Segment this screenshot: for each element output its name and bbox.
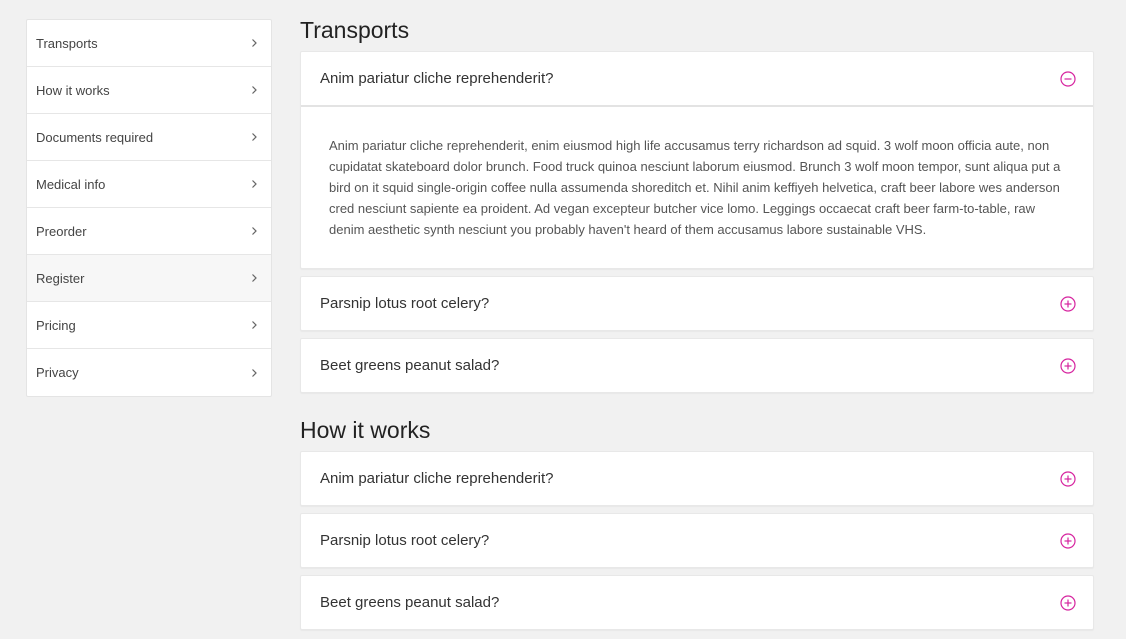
faq-accordion-item: Parsnip lotus root celery? [300, 513, 1094, 568]
chevron-right-icon [249, 368, 259, 378]
faq-question: Parsnip lotus root celery? [320, 295, 490, 312]
faq-accordion-item: Anim pariatur cliche reprehenderit? [300, 451, 1094, 506]
faq-question-header[interactable]: Beet greens peanut salad? [301, 576, 1093, 629]
faq-question-header[interactable]: Parsnip lotus root celery? [301, 277, 1093, 330]
sidebar-item-transports[interactable]: Transports [27, 20, 271, 67]
sidebar-item-pricing[interactable]: Pricing [27, 302, 271, 349]
expand-plus-icon[interactable] [1060, 470, 1076, 487]
faq-question: Beet greens peanut salad? [320, 594, 500, 611]
expand-plus-icon[interactable] [1060, 357, 1076, 374]
chevron-right-icon [249, 85, 259, 95]
faq-question-header[interactable]: Anim pariatur cliche reprehenderit? [301, 452, 1093, 505]
faq-question: Anim pariatur cliche reprehenderit? [320, 70, 554, 87]
sidebar-item-label: Register [36, 270, 85, 286]
expand-plus-icon[interactable] [1060, 532, 1076, 549]
sidebar-item-documents-required[interactable]: Documents required [27, 114, 271, 161]
chevron-right-icon [249, 38, 259, 48]
sidebar-item-label: Preorder [36, 223, 87, 239]
faq-question-header[interactable]: Parsnip lotus root celery? [301, 514, 1093, 567]
faq-accordion-item: Beet greens peanut salad? [300, 338, 1094, 393]
sidebar-item-label: Privacy [36, 365, 79, 380]
chevron-right-icon [249, 179, 259, 189]
faq-accordion-item: Parsnip lotus root celery? [300, 276, 1094, 331]
sidebar-item-label: Transports [36, 35, 98, 51]
sidebar-item-medical-info[interactable]: Medical info [27, 161, 271, 208]
sidebar-item-how-it-works[interactable]: How it works [27, 67, 271, 114]
chevron-right-icon [249, 132, 259, 142]
chevron-right-icon [249, 226, 259, 236]
collapse-minus-icon[interactable] [1060, 70, 1076, 87]
chevron-right-icon [249, 320, 259, 330]
sidebar-item-privacy[interactable]: Privacy [27, 349, 271, 396]
sidebar-item-label: Medical info [36, 176, 106, 192]
expand-plus-icon[interactable] [1060, 594, 1076, 611]
sidebar-item-label: How it works [36, 82, 110, 98]
faq-question-header[interactable]: Beet greens peanut salad? [301, 339, 1093, 392]
faq-question: Parsnip lotus root celery? [320, 532, 490, 549]
expand-plus-icon[interactable] [1060, 295, 1076, 312]
sidebar-item-register[interactable]: Register [27, 255, 271, 302]
sidebar-item-label: Pricing [36, 317, 76, 333]
faq-sidebar-nav: Transports How it works Documents requir… [26, 19, 272, 397]
section-title: How it works [300, 417, 431, 443]
faq-accordion-item: Beet greens peanut salad? [300, 575, 1094, 630]
sidebar-item-preorder[interactable]: Preorder [27, 208, 271, 255]
sidebar-item-label: Documents required [36, 129, 154, 145]
chevron-right-icon [249, 273, 259, 283]
faq-accordion-item: Anim pariatur cliche reprehenderit? Anim… [300, 51, 1094, 269]
faq-question: Anim pariatur cliche reprehenderit? [320, 470, 554, 487]
faq-question-header[interactable]: Anim pariatur cliche reprehenderit? [301, 52, 1093, 107]
section-title: Transports [300, 17, 410, 43]
faq-main: Transports Anim pariatur cliche reprehen… [300, 0, 1094, 637]
faq-question: Beet greens peanut salad? [320, 357, 500, 374]
faq-answer: Anim pariatur cliche reprehenderit, enim… [329, 138, 1061, 237]
